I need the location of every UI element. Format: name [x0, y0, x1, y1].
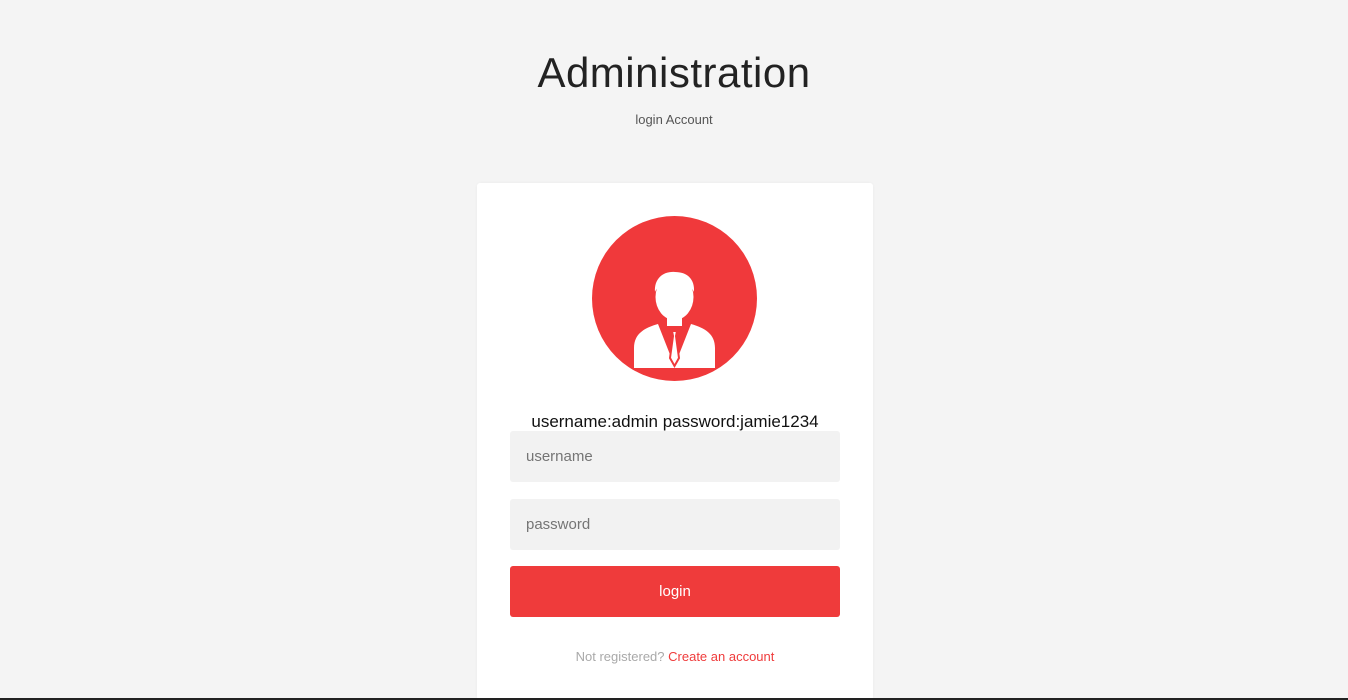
register-text: Not registered? [575, 649, 665, 664]
register-prompt: Not registered? Create an account [477, 649, 873, 665]
page-subtitle: login Account [635, 112, 713, 127]
credentials-hint: username:admin password:jamie1234 [531, 412, 819, 431]
page-title: Administration [537, 49, 811, 96]
login-card: username:admin password:jamie1234 login … [477, 183, 873, 700]
login-page: Administration login Account username:ad… [0, 0, 1348, 700]
password-input[interactable] [510, 499, 840, 550]
user-avatar [592, 216, 757, 381]
login-button[interactable]: login [510, 566, 840, 617]
user-businessman-icon [634, 271, 715, 369]
username-input[interactable] [510, 431, 840, 482]
create-account-link[interactable]: Create an account [668, 649, 774, 664]
